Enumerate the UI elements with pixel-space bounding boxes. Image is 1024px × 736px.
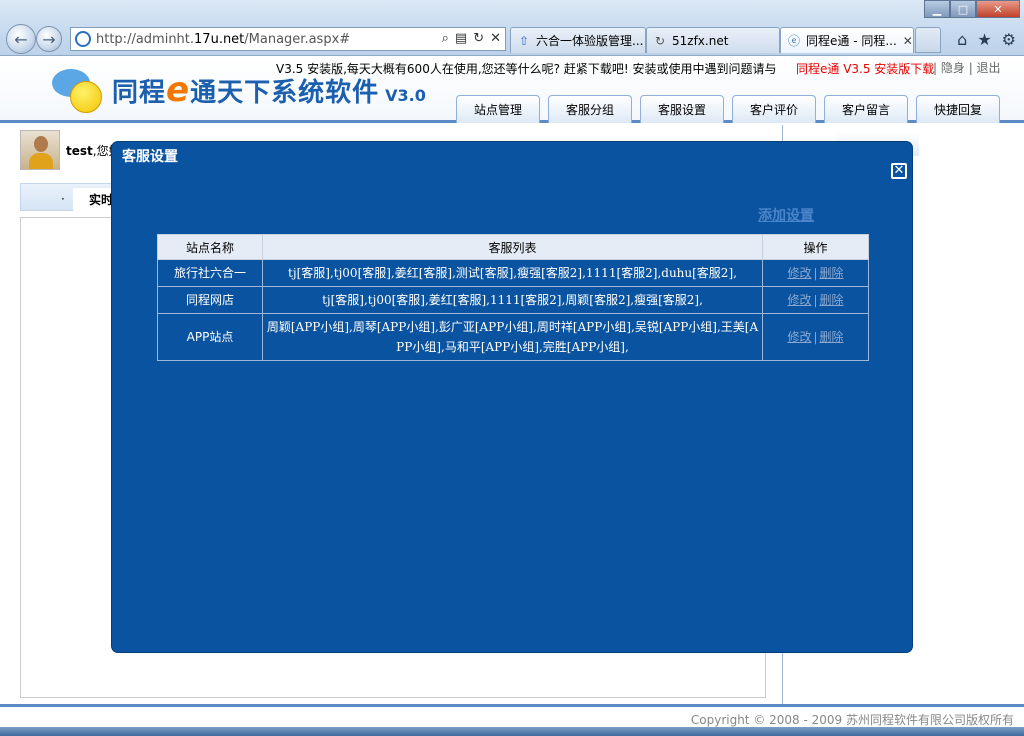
hide-link[interactable]: 隐身 — [941, 61, 965, 75]
edit-link[interactable]: 修改 — [787, 293, 811, 307]
windows-taskbar — [0, 727, 1024, 736]
refresh-icon[interactable]: ↻ — [473, 31, 484, 46]
address-tools: ⌕ ▤ ↻ ✕ — [442, 31, 501, 46]
edit-link[interactable]: 修改 — [787, 266, 811, 280]
agents-cell: tj[客服],tj00[客服],姜红[客服],测试[客服],瘦强[客服2],11… — [262, 259, 763, 287]
home-icon[interactable]: ⌂ — [957, 30, 967, 49]
upload-icon: ⇧ — [518, 33, 530, 48]
table-row: 同程网店 tj[客服],tj00[客服],姜红[客服],1111[客服2],周颖… — [157, 286, 869, 314]
agent-settings-dialog: 客服设置 ✕ 添加设置 站点名称 客服列表 操作 旅行社六合一 tj[客服],t… — [112, 142, 912, 652]
address-url[interactable]: http://adminht.17u.net/Manager.aspx# — [96, 32, 350, 47]
maximize-icon[interactable]: □ — [950, 0, 976, 18]
agents-cell: 周颖[APP小组],周琴[APP小组],彭广亚[APP小组],周时祥[APP小组… — [262, 313, 763, 361]
loading-icon: ↻ — [654, 33, 666, 48]
avatar — [20, 130, 60, 170]
agents-cell: tj[客服],tj00[客服],姜红[客服],1111[客服2],周颖[客服2]… — [262, 286, 763, 314]
notice-marquee: V3.5 安装版,每天大概有600人在使用,您还等什么呢? 赶紧下载吧! 安装或… — [276, 62, 776, 76]
browser-toolbar-icons: ⌂ ★ ⚙ — [957, 30, 1016, 49]
delete-link[interactable]: 删除 — [820, 266, 844, 280]
browser-tab-1[interactable]: ⇧ 六合一体验版管理... — [510, 27, 646, 53]
window-controls: ▁ □ ✕ — [924, 0, 1020, 18]
browser-tab-2[interactable]: ↻ 51zfx.net — [646, 27, 780, 53]
agent-settings-table: 站点名称 客服列表 操作 旅行社六合一 tj[客服],tj00[客服],姜红[客… — [157, 234, 869, 361]
favorites-star-icon[interactable]: ★ — [977, 30, 991, 49]
edit-link[interactable]: 修改 — [787, 330, 811, 344]
ie-page-icon: ⓔ — [787, 34, 800, 48]
menu-site-management[interactable]: 站点管理 — [456, 95, 540, 123]
browser-chrome: ← → http://adminht.17u.net/Manager.aspx#… — [0, 0, 1024, 56]
table-header-row: 站点名称 客服列表 操作 — [157, 234, 869, 260]
menu-customer-messages[interactable]: 客户留言 — [824, 95, 908, 123]
new-tab-button[interactable] — [915, 27, 941, 53]
site-name-cell: APP站点 — [157, 313, 263, 361]
user-links: | 隐身 | 退出 — [933, 61, 1001, 75]
compat-view-icon[interactable]: ▤ — [455, 31, 467, 46]
search-icon[interactable]: ⌕ — [442, 31, 449, 46]
column-header-actions: 操作 — [762, 234, 869, 260]
close-dialog-icon[interactable]: ✕ — [891, 163, 907, 179]
ie-favicon-icon — [75, 31, 91, 47]
table-row: 旅行社六合一 tj[客服],tj00[客服],姜红[客服],测试[客服],瘦强[… — [157, 259, 869, 287]
stop-icon[interactable]: ✕ — [490, 31, 501, 46]
forward-button[interactable]: → — [36, 26, 62, 52]
back-button[interactable]: ← — [6, 24, 36, 54]
add-setting-link[interactable]: 添加设置 — [758, 205, 814, 225]
close-window-icon[interactable]: ✕ — [976, 0, 1020, 18]
arrow-right-icon: → — [42, 29, 56, 49]
main-menu: 站点管理 客服分组 客服设置 客户评价 客户留言 快捷回复 — [456, 95, 1000, 123]
user-profile: test,您好 — [20, 130, 121, 170]
bullet-icon: · — [61, 192, 65, 206]
exit-link[interactable]: 退出 — [977, 61, 1001, 75]
page-header: 同程e通天下系统软件 V3.0 V3.5 安装版,每天大概有600人在使用,您还… — [0, 57, 1024, 123]
menu-agent-groups[interactable]: 客服分组 — [548, 95, 632, 123]
minimize-icon[interactable]: ▁ — [924, 0, 950, 18]
actions-cell: 修改 | 删除 — [762, 259, 869, 287]
gear-icon[interactable]: ⚙ — [1002, 30, 1016, 49]
logo-version: V3.0 — [385, 85, 426, 105]
column-header-site: 站点名称 — [157, 234, 263, 260]
site-name-cell: 同程网店 — [157, 286, 263, 314]
copyright-text: Copyright © 2008 - 2009 苏州同程软件有限公司版权所有 — [690, 713, 1014, 727]
close-tab-icon[interactable]: ✕ — [903, 34, 913, 48]
smiley-logo-icon — [52, 67, 106, 113]
menu-quick-replies[interactable]: 快捷回复 — [916, 95, 1000, 123]
table-row: APP站点 周颖[APP小组],周琴[APP小组],彭广亚[APP小组],周时祥… — [157, 313, 869, 361]
menu-customer-reviews[interactable]: 客户评价 — [732, 95, 816, 123]
browser-tab-3[interactable]: ⓔ 同程e通 - 同程... ✕ — [780, 27, 914, 53]
dialog-title: 客服设置 — [122, 149, 178, 165]
actions-cell: 修改 | 删除 — [762, 313, 869, 361]
delete-link[interactable]: 删除 — [820, 293, 844, 307]
arrow-left-icon: ← — [14, 29, 28, 49]
delete-link[interactable]: 删除 — [820, 330, 844, 344]
site-name-cell: 旅行社六合一 — [157, 259, 263, 287]
column-header-agents: 客服列表 — [262, 234, 763, 260]
menu-agent-settings[interactable]: 客服设置 — [640, 95, 724, 123]
address-bar[interactable]: http://adminht.17u.net/Manager.aspx# ⌕ ▤… — [70, 27, 506, 51]
actions-cell: 修改 | 删除 — [762, 286, 869, 314]
download-link[interactable]: 同程e通 V3.5 安装版下载 — [796, 60, 934, 77]
